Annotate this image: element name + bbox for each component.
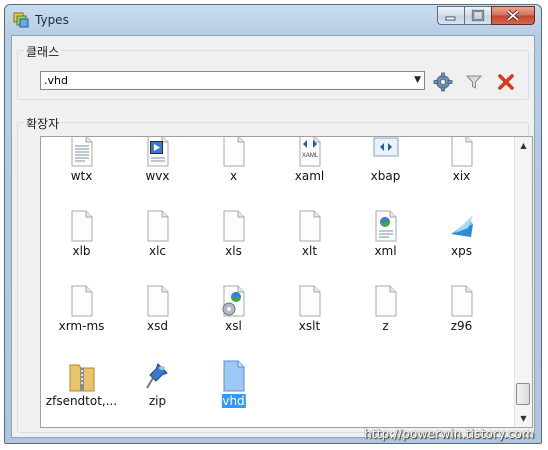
file-type-item[interactable]: xls (196, 210, 271, 285)
close-icon (506, 9, 520, 22)
file-type-label: xlt (301, 244, 318, 258)
file-type-label: xml (374, 244, 397, 258)
pushpin-icon (146, 363, 168, 389)
file-type-item[interactable]: xlt (272, 210, 347, 285)
filter-button[interactable] (463, 71, 485, 93)
red-x-icon (498, 74, 514, 90)
file-type-label: xls (225, 244, 242, 258)
file-type-item[interactable]: xbap (348, 137, 423, 210)
class-combobox-value: .vhd (44, 74, 68, 87)
file-type-item[interactable]: xml (348, 210, 423, 285)
settings-button[interactable] (432, 71, 454, 93)
file-type-item[interactable]: xlc (120, 210, 195, 285)
file-type-label: xbap (370, 169, 401, 183)
minimize-button[interactable] (437, 6, 464, 25)
xml-doc-icon (375, 210, 397, 242)
app-icon (13, 12, 29, 28)
xps-doc-icon (451, 215, 473, 237)
xsl-gear-icon (222, 285, 245, 317)
maximize-icon (471, 9, 485, 22)
file-type-label: x (229, 169, 238, 183)
file-type-label: xix (452, 169, 471, 183)
blank-file-icon (147, 285, 169, 317)
extensions-group-label: 확장자 (24, 115, 62, 132)
file-type-item[interactable]: xslt (272, 285, 347, 360)
file-type-item[interactable]: xrm-ms (44, 285, 119, 360)
blank-file-icon (299, 285, 321, 317)
text-doc-icon (71, 137, 93, 167)
xbap-icon (373, 137, 399, 157)
minimize-icon (445, 16, 456, 21)
file-type-label: xsd (147, 319, 168, 333)
file-type-label: wtx (70, 169, 93, 183)
file-type-item[interactable]: zip (120, 360, 195, 427)
vertical-scrollbar[interactable]: ▲ ▼ (514, 137, 532, 427)
file-type-label: xrm-ms (58, 319, 105, 333)
file-type-item[interactable]: wtx (44, 137, 119, 210)
file-type-label: z96 (450, 319, 473, 333)
file-type-label: zip (148, 394, 167, 408)
class-combobox[interactable]: .vhd ▼ (40, 71, 425, 90)
file-type-label: xaml (294, 169, 325, 183)
title-bar[interactable]: Types (5, 5, 541, 35)
window-title: Types (35, 13, 69, 27)
dialog-client: 클래스 .vhd ▼ 확장자 wtx wvx x XAML xaml xbap … (11, 35, 535, 438)
file-type-item[interactable]: xsd (120, 285, 195, 360)
close-button[interactable] (491, 6, 535, 25)
scroll-thumb[interactable] (516, 383, 530, 405)
blank-file-icon (451, 285, 473, 317)
blank-file-icon (71, 285, 93, 317)
media-playlist-icon (147, 137, 169, 167)
file-type-label: xlb (72, 244, 91, 258)
blank-file-icon (299, 210, 321, 242)
blank-file-icon (223, 137, 245, 167)
extension-grid: wtx wvx x XAML xaml xbap xix xlb xlc xls xlt xml xps… (41, 137, 515, 427)
file-type-item[interactable]: xsl (196, 285, 271, 360)
blank-file-icon (223, 210, 245, 242)
file-type-item[interactable]: z (348, 285, 423, 360)
file-type-label: zfsendtot,... (45, 394, 118, 408)
file-type-label: xps (451, 244, 472, 258)
gear-icon (433, 72, 453, 92)
blank-file-selected-icon (223, 360, 245, 392)
svg-text:XAML: XAML (302, 153, 319, 159)
blank-file-icon (375, 285, 397, 317)
file-type-item[interactable]: xix (424, 137, 499, 210)
file-type-item[interactable]: XAML xaml (272, 137, 347, 210)
chevron-down-icon[interactable]: ▼ (414, 75, 421, 85)
filter-icon (465, 75, 483, 89)
file-type-item[interactable]: x (196, 137, 271, 210)
file-type-item[interactable]: xlb (44, 210, 119, 285)
file-type-label: xslt (298, 319, 321, 333)
maximize-button[interactable] (464, 6, 491, 25)
file-type-item[interactable]: z96 (424, 285, 499, 360)
file-type-label: wvx (145, 169, 170, 183)
zip-folder-icon (69, 364, 95, 392)
classes-group-label: 클래스 (24, 43, 62, 60)
blank-file-icon (147, 210, 169, 242)
file-type-label: z (382, 319, 389, 333)
file-type-label: xlc (148, 244, 167, 258)
file-type-item[interactable]: wvx (120, 137, 195, 210)
file-type-label: vhd (221, 394, 246, 408)
scroll-down-arrow-icon[interactable]: ▼ (515, 410, 532, 427)
blank-file-icon (451, 137, 473, 167)
types-window: Types 클래스 .vhd ▼ 확장자 wtx wvx x XAML xaml… (4, 4, 542, 444)
file-type-item[interactable]: zfsendtot,... (44, 360, 119, 427)
file-type-item[interactable]: xps (424, 210, 499, 285)
scroll-up-arrow-icon[interactable]: ▲ (515, 137, 532, 154)
blank-file-icon (71, 210, 93, 242)
file-type-label: xsl (225, 319, 242, 333)
extension-list[interactable]: wtx wvx x XAML xaml xbap xix xlb xlc xls xlt xml xps… (40, 136, 533, 428)
xaml-icon: XAML (299, 137, 321, 167)
file-type-item[interactable]: vhd (196, 360, 271, 427)
watermark: http://powerwin.tistory.com (364, 427, 534, 441)
delete-button[interactable] (495, 71, 517, 93)
